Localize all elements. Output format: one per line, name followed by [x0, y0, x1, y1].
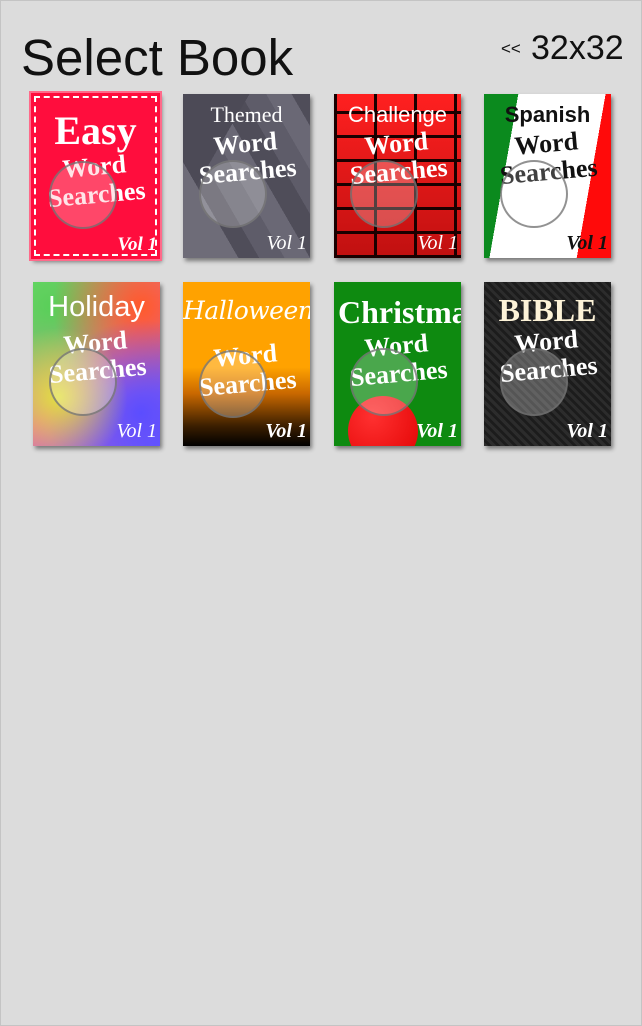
grid-size-selector[interactable]: 32x32	[531, 29, 624, 68]
magnifier-icon	[500, 160, 568, 228]
book-holiday[interactable]: Holiday Word Searches Vol 1	[33, 282, 160, 446]
book-challenge[interactable]: Challenge Word Searches Vol 1	[334, 94, 461, 258]
book-volume: Vol 1	[116, 420, 157, 442]
book-title: Easy	[54, 108, 137, 153]
book-title: Themed	[210, 102, 283, 127]
magnifier-icon	[199, 350, 267, 418]
magnifier-icon	[199, 160, 267, 228]
app-screen: Select Book << 32x32 Easy Word Searches …	[0, 0, 642, 1026]
magnifier-icon	[500, 348, 568, 416]
book-title: Halloween	[183, 296, 310, 325]
book-title: Holiday	[48, 291, 145, 323]
book-title: Christmas	[338, 294, 461, 330]
magnifier-icon	[49, 348, 117, 416]
magnifier-icon	[350, 160, 418, 228]
book-volume: Vol 1	[566, 420, 608, 442]
book-volume: Vol 1	[416, 420, 458, 442]
back-button[interactable]: <<	[501, 39, 521, 59]
book-easy[interactable]: Easy Word Searches Vol 1	[31, 93, 160, 259]
page-title: Select Book	[21, 29, 294, 86]
book-volume: Vol 1	[266, 232, 307, 254]
book-volume: Vol 1	[265, 420, 307, 442]
book-title: Spanish	[504, 102, 591, 127]
magnifier-icon	[49, 161, 117, 229]
book-volume: Vol 1	[566, 232, 608, 254]
book-halloween[interactable]: Halloween Word Searches Vol 1	[183, 282, 310, 446]
book-volume: Vol 1	[117, 234, 157, 255]
book-title: Challenge	[347, 102, 448, 127]
book-spanish[interactable]: Spanish Word Searches Vol 1	[484, 94, 611, 258]
book-bible[interactable]: BIBLE Word Searches Vol 1	[484, 282, 611, 446]
book-volume: Vol 1	[417, 232, 458, 254]
magnifier-icon	[350, 348, 418, 416]
book-christmas[interactable]: Christmas Word Searches Vol 1	[334, 282, 461, 446]
book-themed[interactable]: Themed Word Searches Vol 1	[183, 94, 310, 258]
